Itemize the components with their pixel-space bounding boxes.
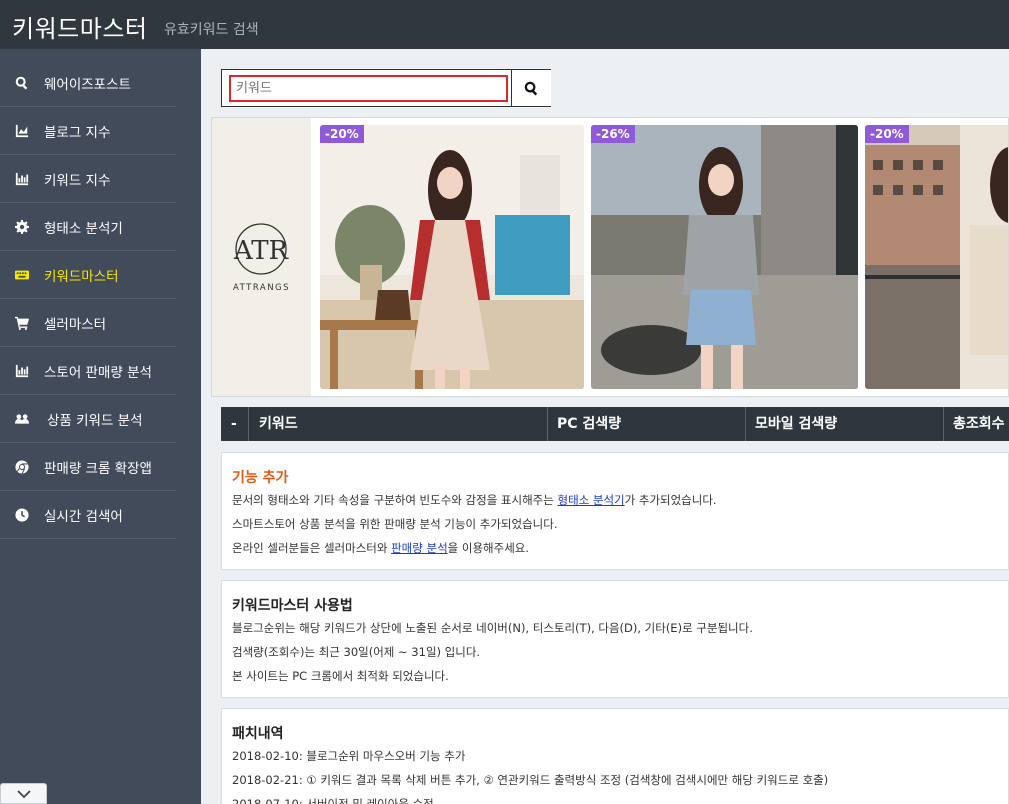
ad-banner[interactable]: ATR ATTRANGS -20% -26% -20% bbox=[211, 117, 1009, 397]
panel-line: 스마트스토어 상품 분석을 위한 판매량 분석 기능이 추가되었습니다. bbox=[232, 517, 558, 531]
bar-chart-icon bbox=[15, 364, 29, 378]
bar-chart-icon bbox=[15, 172, 29, 186]
chrome-icon bbox=[15, 459, 29, 474]
ad-logo-panel: ATR ATTRANGS bbox=[212, 118, 311, 396]
patch-notes-panel: 패치내역 2018-02-10: 블로그순위 마우스오버 기능 추가 2018-… bbox=[221, 708, 1009, 804]
sidebar-item-label: 키워드 지수 bbox=[44, 172, 111, 189]
panel-title: 기능 추가 bbox=[232, 470, 289, 486]
users-icon bbox=[15, 412, 29, 426]
app-title[interactable]: 키워드마스터 bbox=[12, 9, 147, 44]
app-subtitle: 유효키워드 검색 bbox=[164, 22, 259, 38]
panel-title: 패치내역 bbox=[232, 726, 284, 742]
discount-badge: -20% bbox=[320, 125, 364, 143]
chevron-down-icon bbox=[16, 789, 31, 798]
sidebar-item-sellermaster[interactable]: 셀러마스터 bbox=[0, 299, 176, 347]
panel-line: 본 사이트는 PC 크롬에서 최적화 되었습니다. bbox=[232, 669, 449, 683]
panel-line: 2018-02-10: 블로그순위 마우스오버 기능 추가 bbox=[232, 749, 466, 763]
collapse-button[interactable] bbox=[0, 783, 47, 804]
sidebar-item-morpheme-analyzer[interactable]: 형태소 분석기 bbox=[0, 203, 176, 251]
sidebar-item-label: 스토어 판매량 분석 bbox=[44, 364, 152, 381]
panel-line: 블로그순위는 해당 키워드가 상단에 노출된 순서로 네이버(N), 티스토리(… bbox=[232, 621, 753, 635]
usage-panel: 키워드마스터 사용법 블로그순위는 해당 키워드가 상단에 노출된 순서로 네이… bbox=[221, 580, 1009, 698]
search-icon bbox=[524, 81, 538, 95]
search-input[interactable] bbox=[229, 75, 508, 102]
panel-line: 2018-02-21: ① 키워드 결과 목록 삭제 버튼 추가, ② 연관키워… bbox=[232, 773, 829, 787]
sidebar-item-label: 블로그 지수 bbox=[44, 124, 111, 141]
attrangs-logo: ATR bbox=[233, 223, 290, 275]
product-photo bbox=[865, 125, 1008, 389]
sidebar-item-label: 형태소 분석기 bbox=[44, 220, 123, 237]
sidebar-item-label: 키워드마스터 bbox=[44, 268, 119, 285]
column-header-keyword[interactable]: 키워드 bbox=[249, 407, 548, 441]
search-box bbox=[221, 69, 551, 107]
sidebar-item-product-keyword-analysis[interactable]: 상품 키워드 분석 bbox=[0, 395, 176, 443]
sidebar-item-chrome-extension[interactable]: 판매량 크롬 확장앱 bbox=[0, 443, 176, 491]
panel-line: 온라인 셀러분들은 셀러마스터와 판매량 분석을 이용해주세요. bbox=[232, 541, 530, 555]
sidebar-item-label: 판매량 크롬 확장앱 bbox=[44, 460, 152, 477]
results-table-header: - 키워드 PC 검색량 모바일 검색량 총조회수 bbox=[221, 407, 1009, 441]
discount-badge: -26% bbox=[591, 125, 635, 143]
cart-icon bbox=[15, 316, 29, 330]
sidebar: 웨어이즈포스트 블로그 지수 키워드 지수 형태소 분석기 키워드마스터 셀러마… bbox=[0, 49, 201, 804]
product-photo bbox=[591, 125, 858, 389]
search-icon bbox=[15, 76, 29, 90]
column-header-mobile-volume[interactable]: 모바일 검색량 bbox=[746, 407, 944, 441]
panel-title: 키워드마스터 사용법 bbox=[232, 598, 353, 614]
sidebar-item-realtime-search[interactable]: 실시간 검색어 bbox=[0, 491, 176, 539]
ad-brand-name: ATTRANGS bbox=[232, 283, 291, 293]
sidebar-item-label: 웨어이즈포스트 bbox=[44, 76, 131, 93]
panel-line: 검색량(조회수)는 최근 30일(어제 ~ 31일) 입니다. bbox=[232, 645, 481, 659]
area-chart-icon bbox=[15, 124, 29, 138]
column-header-total-views[interactable]: 총조회수 bbox=[944, 407, 1009, 441]
sidebar-item-keyword-index[interactable]: 키워드 지수 bbox=[0, 155, 176, 203]
logo-monogram: ATR bbox=[233, 236, 290, 266]
column-header-pc-volume[interactable]: PC 검색량 bbox=[548, 407, 746, 441]
sidebar-item-store-sales-analysis[interactable]: 스토어 판매량 분석 bbox=[0, 347, 176, 395]
discount-badge: -20% bbox=[865, 125, 909, 143]
ad-product-2[interactable]: -26% bbox=[591, 125, 858, 389]
ad-product-3[interactable]: -20% bbox=[865, 125, 1008, 389]
clock-icon bbox=[15, 507, 29, 522]
sidebar-item-label: 실시간 검색어 bbox=[44, 508, 123, 525]
sales-analysis-link[interactable]: 판매량 분석 bbox=[391, 541, 448, 555]
top-bar: 키워드마스터 유효키워드 검색 bbox=[0, 0, 1009, 49]
panel-line: 문서의 형태소와 기타 속성을 구분하여 빈도수와 감정을 표시해주는 형태소 … bbox=[232, 493, 717, 507]
product-photo bbox=[320, 125, 584, 389]
column-header-index[interactable]: - bbox=[221, 407, 249, 441]
sidebar-item-label: 상품 키워드 분석 bbox=[47, 412, 143, 429]
search-button[interactable] bbox=[511, 70, 551, 106]
sidebar-item-label: 셀러마스터 bbox=[44, 316, 107, 333]
panel-line: 2018-07-10: 서버이전 및 레이아웃 수정 bbox=[232, 797, 434, 804]
keyboard-icon bbox=[15, 268, 29, 282]
features-panel: 기능 추가 문서의 형태소와 기타 속성을 구분하여 빈도수와 감정을 표시해주… bbox=[221, 452, 1009, 570]
morpheme-analyzer-link[interactable]: 형태소 분석기 bbox=[557, 493, 624, 507]
sidebar-item-keywordmaster[interactable]: 키워드마스터 bbox=[0, 251, 176, 299]
ad-product-1[interactable]: -20% bbox=[320, 125, 584, 389]
sidebar-item-blog-index[interactable]: 블로그 지수 bbox=[0, 107, 176, 155]
sidebar-item-whereispost[interactable]: 웨어이즈포스트 bbox=[0, 59, 176, 107]
gear-icon bbox=[15, 219, 29, 234]
